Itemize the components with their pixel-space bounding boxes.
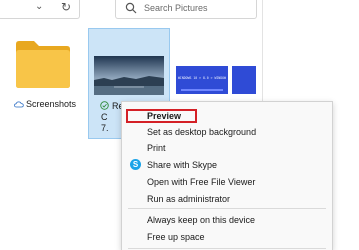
- refresh-icon[interactable]: ↻: [61, 0, 71, 14]
- menu-item-free-up-space[interactable]: Free up space: [122, 229, 332, 245]
- landscape-thumbnail: [94, 56, 164, 95]
- menu-item-open-with-free-file-viewer[interactable]: Open with Free File Viewer: [122, 174, 332, 190]
- menu-item-share-with-skype[interactable]: S Share with Skype: [122, 157, 332, 173]
- menu-separator: [128, 208, 326, 209]
- thumbnail-bar: [181, 89, 223, 91]
- screenshot-thumbnail[interactable]: WINDOWS 10 > 8.0 > WINDOWS 11: [176, 66, 228, 94]
- menu-item-preview[interactable]: Preview: [122, 108, 332, 124]
- search-icon: [125, 2, 137, 14]
- menu-item-print[interactable]: Print: [122, 140, 332, 156]
- cloud-icon: [14, 101, 24, 108]
- folder-name: Screenshots: [14, 99, 76, 109]
- screenshot-thumbnail-partial[interactable]: [232, 66, 256, 94]
- search-box[interactable]: [115, 0, 257, 19]
- explorer-toolbar: ⌄ ↻: [0, 0, 359, 22]
- menu-separator: [128, 248, 326, 249]
- menu-item-run-as-administrator[interactable]: Run as administrator: [122, 191, 332, 207]
- skype-icon: S: [130, 159, 141, 170]
- menu-item-always-keep-on-device[interactable]: Always keep on this device: [122, 212, 332, 228]
- search-input[interactable]: [144, 1, 249, 15]
- context-menu: Preview Set as desktop background Print …: [121, 101, 333, 250]
- menu-item-set-desktop-background[interactable]: Set as desktop background: [122, 124, 332, 140]
- sync-check-icon: [100, 101, 109, 110]
- folder-icon: [16, 41, 70, 88]
- view-options-box: ⌄ ↻: [0, 0, 80, 19]
- chevron-down-icon[interactable]: ⌄: [35, 1, 43, 12]
